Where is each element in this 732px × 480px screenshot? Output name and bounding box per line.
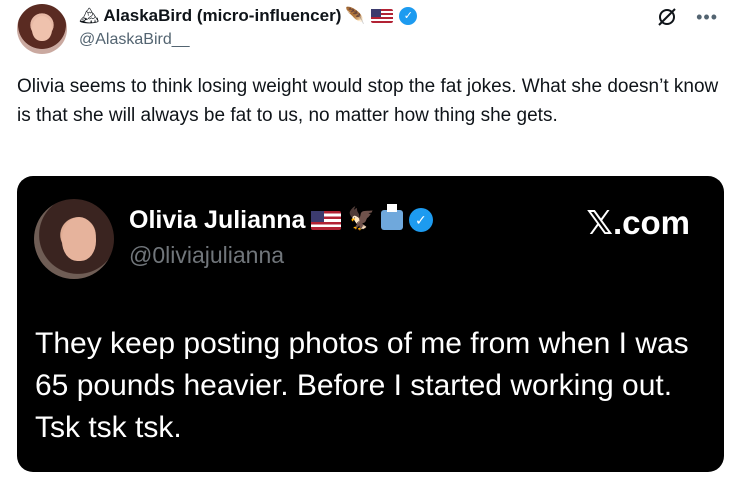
post-text: Olivia seems to think losing weight woul…: [17, 76, 719, 126]
us-flag-icon: [371, 9, 394, 23]
eagle-icon: 🦅: [347, 207, 375, 232]
author-display-name[interactable]: AlaskaBird (micro-influencer): [103, 5, 341, 27]
grok-icon[interactable]: [656, 6, 678, 28]
more-options-icon[interactable]: •••: [696, 6, 718, 28]
verified-badge-icon[interactable]: ✓: [399, 7, 418, 25]
embedded-screenshot[interactable]: Olivia Julianna 🦅 ✓ @0liviajulianna 𝕏.co…: [17, 176, 724, 472]
author-avatar[interactable]: [17, 4, 67, 54]
embedded-display-name: Olivia Julianna: [129, 206, 306, 234]
embedded-us-flag-icon: [311, 210, 342, 230]
x-com-watermark: 𝕏.com: [586, 204, 690, 241]
embedded-verified-badge-icon: ✓: [408, 208, 433, 232]
post-header: 🏔 AlaskaBird (micro-influencer) 🪶 ✓ @Ala…: [79, 5, 712, 53]
author-name-row[interactable]: 🏔 AlaskaBird (micro-influencer) 🪶 ✓: [79, 5, 712, 27]
embedded-handle: @0liviajulianna: [129, 242, 285, 268]
author-handle[interactable]: @AlaskaBird__: [79, 29, 712, 51]
embedded-name-row: Olivia Julianna 🦅 ✓: [129, 204, 433, 236]
mountain-icon: 🏔: [79, 6, 100, 25]
embedded-post-text: They keep posting photos of me from when…: [35, 327, 689, 444]
post-top-actions: •••: [656, 6, 718, 28]
avatar-face: [32, 16, 52, 41]
ballot-box-icon: [380, 204, 403, 230]
feather-icon: 🪶: [345, 6, 366, 25]
embedded-avatar: [34, 199, 114, 279]
embedded-avatar-face: [62, 217, 96, 261]
